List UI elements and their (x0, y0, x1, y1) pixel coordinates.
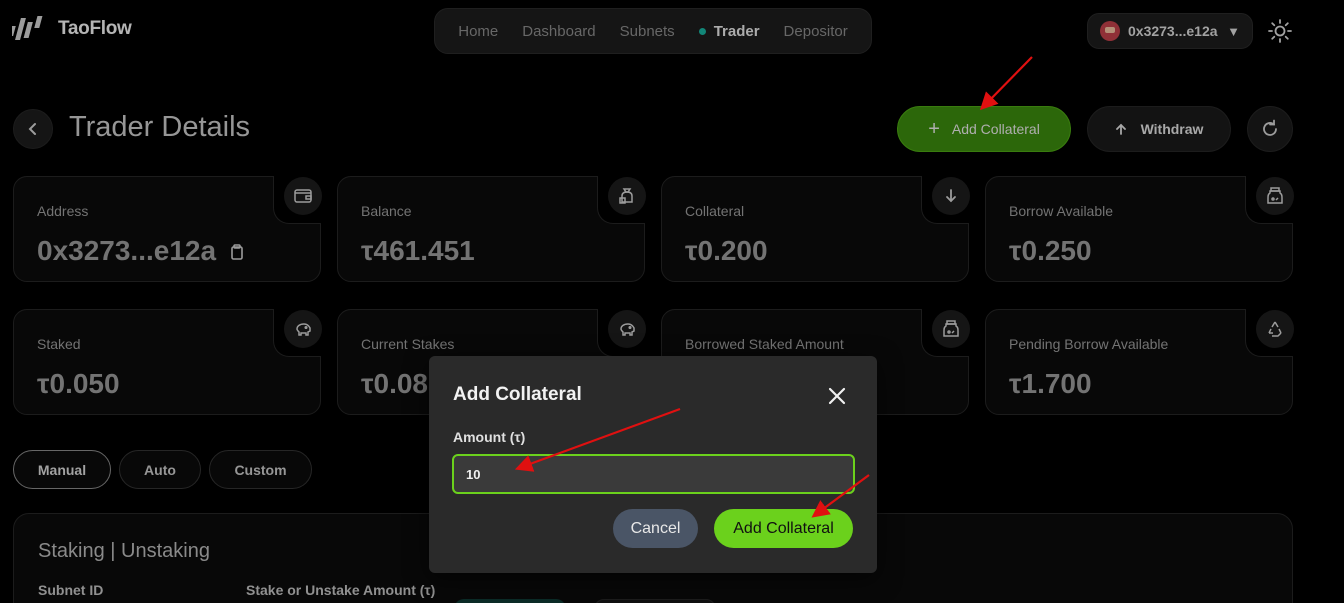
dialog-title: Add Collateral (453, 384, 582, 405)
confirm-label: Add Collateral (733, 519, 834, 537)
add-collateral-dialog: Add Collateral Amount (τ) Cancel Add Col… (429, 356, 877, 573)
amount-label: Amount (τ) (453, 429, 526, 445)
close-icon (828, 387, 846, 405)
close-button[interactable] (825, 384, 849, 408)
cancel-label: Cancel (630, 519, 681, 537)
confirm-add-collateral-button[interactable]: Add Collateral (714, 509, 853, 548)
cancel-button[interactable]: Cancel (613, 509, 698, 548)
amount-input[interactable] (452, 454, 855, 494)
